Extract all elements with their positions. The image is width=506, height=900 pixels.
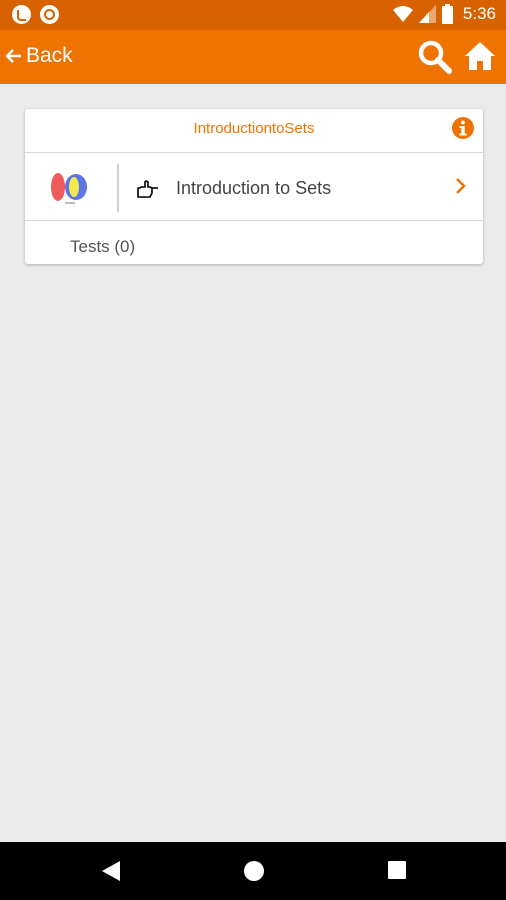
topic-card: IntroductiontoSets Introduction to Sets … — [25, 109, 483, 264]
card-header: IntroductiontoSets — [25, 109, 483, 153]
row-divider — [117, 164, 119, 212]
chevron-right-icon — [456, 178, 466, 194]
back-button[interactable]: Back — [6, 44, 73, 68]
back-label: Back — [26, 44, 73, 67]
card-title: IntroductiontoSets — [193, 120, 315, 137]
app-bar-actions — [418, 40, 496, 74]
home-circle-icon[interactable] — [243, 860, 265, 882]
topic-label: Introduction to Sets — [176, 178, 332, 198]
back-triangle-icon[interactable] — [101, 860, 121, 882]
signal-icon — [418, 5, 436, 23]
system-nav-bar — [0, 842, 506, 900]
status-bar: 5:36 — [0, 0, 506, 30]
status-time: 5:36 — [462, 4, 496, 23]
topic-row[interactable]: Introduction to Sets — [25, 153, 483, 221]
recents-square-icon[interactable] — [387, 860, 407, 880]
home-icon[interactable] — [464, 40, 496, 72]
music-icon — [12, 5, 31, 24]
venn-diagram-thumbnail — [51, 173, 87, 204]
info-icon[interactable] — [451, 116, 475, 140]
status-notifications — [12, 5, 59, 24]
app-bar: Back — [0, 30, 506, 84]
battery-icon — [441, 4, 453, 24]
record-icon — [40, 5, 59, 24]
arrow-left-icon — [6, 49, 21, 63]
status-system-icons: 5:36 — [392, 4, 496, 24]
tests-count-label[interactable]: Tests (0) — [70, 237, 135, 257]
wifi-icon — [392, 6, 413, 22]
hand-pointer-icon — [137, 180, 158, 198]
search-icon[interactable] — [418, 40, 452, 74]
